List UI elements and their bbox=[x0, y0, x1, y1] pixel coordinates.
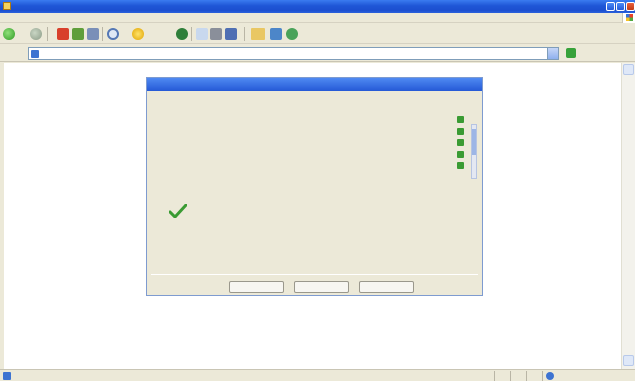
arrow-icon[interactable] bbox=[457, 139, 464, 146]
browser-window bbox=[0, 0, 635, 381]
option-row bbox=[157, 113, 447, 123]
chevron-down-icon[interactable] bbox=[547, 48, 558, 59]
title-bar[interactable] bbox=[0, 0, 635, 13]
window-title bbox=[14, 1, 434, 11]
option-row bbox=[157, 149, 447, 159]
status-separator bbox=[510, 371, 511, 381]
dialog-body bbox=[157, 96, 477, 266]
dialog-title-bar[interactable] bbox=[147, 78, 482, 91]
edit-icon[interactable] bbox=[225, 28, 237, 40]
minimize-button[interactable] bbox=[606, 2, 615, 11]
page-status-icon bbox=[3, 372, 11, 380]
check-icon bbox=[169, 204, 187, 218]
folder-icon[interactable] bbox=[251, 28, 265, 40]
ie-page-icon bbox=[3, 2, 11, 10]
button-divider bbox=[151, 274, 478, 275]
status-separator bbox=[542, 371, 543, 381]
messenger-icon[interactable] bbox=[286, 28, 298, 40]
go-icon[interactable] bbox=[566, 48, 576, 58]
address-bar bbox=[0, 45, 635, 62]
zone-icon bbox=[546, 372, 554, 380]
next-button[interactable] bbox=[294, 281, 349, 293]
maximize-button[interactable] bbox=[616, 2, 625, 11]
status-separator bbox=[526, 371, 527, 381]
toolbar bbox=[0, 24, 635, 44]
stop-icon[interactable] bbox=[57, 28, 69, 40]
close-button[interactable] bbox=[626, 2, 635, 11]
toolbar-separator bbox=[47, 27, 48, 41]
windows-logo-icon bbox=[622, 13, 635, 23]
toolbar-separator bbox=[102, 27, 103, 41]
option-row bbox=[157, 160, 447, 170]
favorites-icon[interactable] bbox=[132, 28, 144, 40]
media-icon[interactable] bbox=[176, 28, 188, 40]
toolbar-separator bbox=[244, 27, 245, 41]
back-icon[interactable] bbox=[3, 28, 15, 40]
toolbar-separator bbox=[191, 27, 192, 41]
page-icon bbox=[31, 50, 39, 58]
address-field[interactable] bbox=[28, 47, 559, 60]
setup-dialog bbox=[146, 77, 483, 296]
arrow-icon[interactable] bbox=[457, 116, 464, 123]
arrow-icon[interactable] bbox=[457, 162, 464, 169]
forward-icon[interactable] bbox=[30, 28, 42, 40]
status-bar bbox=[0, 369, 635, 381]
arrow-icon[interactable] bbox=[457, 151, 464, 158]
mail-icon[interactable] bbox=[196, 28, 208, 40]
search-icon[interactable] bbox=[107, 28, 119, 40]
scroll-down-button[interactable] bbox=[623, 355, 634, 366]
status-separator bbox=[494, 371, 495, 381]
option-row bbox=[157, 126, 447, 136]
options-scrollbar[interactable] bbox=[471, 124, 477, 179]
scroll-up-button[interactable] bbox=[623, 64, 634, 75]
discuss-icon[interactable] bbox=[270, 28, 282, 40]
print-icon[interactable] bbox=[210, 28, 222, 40]
finish-button[interactable] bbox=[359, 281, 414, 293]
vertical-scrollbar[interactable] bbox=[621, 63, 635, 369]
menu-bar bbox=[0, 13, 635, 23]
home-icon[interactable] bbox=[87, 28, 99, 40]
option-row bbox=[157, 136, 447, 146]
back-button[interactable] bbox=[229, 281, 284, 293]
scroll-thumb[interactable] bbox=[472, 129, 476, 155]
refresh-icon[interactable] bbox=[72, 28, 84, 40]
arrow-icon[interactable] bbox=[457, 128, 464, 135]
